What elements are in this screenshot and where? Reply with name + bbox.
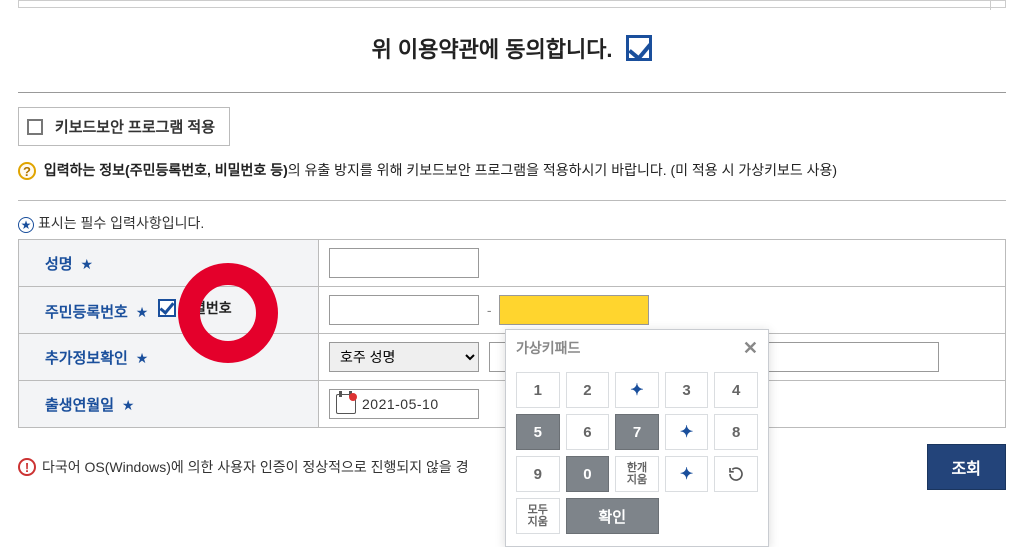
required-star-icon: ★ <box>18 217 34 233</box>
required-star: ★ <box>118 397 134 413</box>
agreement-text: 위 이용약관에 동의합니다. <box>372 37 613 62</box>
keypad-key-3[interactable]: 3 <box>665 372 709 408</box>
calendar-icon <box>336 394 356 414</box>
keyboard-security-help: ? 입력하는 정보(주민등록번호, 비밀번호 등)의 유출 방지를 위해 키보드… <box>18 160 1006 180</box>
checkbox-icon <box>27 119 43 135</box>
warning-icon: ! <box>18 458 36 476</box>
keypad-key-0[interactable]: 0 <box>566 456 610 492</box>
label-extra: 추가정보확인 <box>45 350 128 367</box>
label-cell-name: 성명 ★ <box>19 240 319 287</box>
agreement-check-icon[interactable] <box>626 35 652 61</box>
rrn-front-input[interactable] <box>329 295 479 325</box>
dob-date-picker[interactable]: 2021-05-10 <box>329 389 479 419</box>
divider <box>18 200 1006 201</box>
keypad-title: 가상키패드 <box>516 338 580 358</box>
label-name: 성명 <box>45 256 73 273</box>
keyboard-security-toggle[interactable]: 키보드보안 프로그램 적용 <box>18 107 230 146</box>
keypad-decoy-icon[interactable]: ✦ <box>665 456 709 492</box>
truncated-content-box <box>18 0 1006 8</box>
virtual-keypad: 가상키패드 ✕ 1 2 ✦ 3 4 5 6 7 ✦ 8 9 0 한개 지움 ✦ … <box>505 329 769 547</box>
keypad-clear-one[interactable]: 한개 지움 <box>615 456 659 492</box>
keypad-key-4[interactable]: 4 <box>714 372 758 408</box>
value-cell-name <box>319 240 1006 287</box>
keypad-refresh[interactable] <box>714 456 758 492</box>
checkbox-checked-icon <box>158 299 176 317</box>
keypad-key-2[interactable]: 2 <box>566 372 610 408</box>
help-bold: 입력하는 정보(주민등록번호, 비밀번호 등) <box>44 162 288 178</box>
name-input[interactable] <box>329 248 479 278</box>
keypad-key-1[interactable]: 1 <box>516 372 560 408</box>
value-cell-rrn: - <box>319 287 1006 334</box>
keypad-key-7[interactable]: 7 <box>615 414 659 450</box>
keypad-key-8[interactable]: 8 <box>714 414 758 450</box>
keypad-decoy-icon[interactable]: ✦ <box>615 372 659 408</box>
keypad-confirm[interactable]: 확인 <box>566 498 659 534</box>
keypad-clear-all[interactable]: 모두 지움 <box>516 498 560 534</box>
required-star: ★ <box>132 350 148 366</box>
keypad-key-9[interactable]: 9 <box>516 456 560 492</box>
id-number-label: 식별번호 <box>180 298 232 318</box>
keypad-decoy-icon[interactable]: ✦ <box>665 414 709 450</box>
agreement-row: 위 이용약관에 동의합니다. <box>0 32 1024 64</box>
question-icon: ? <box>18 162 36 180</box>
keypad-header: 가상키패드 ✕ <box>506 330 768 366</box>
label-dob: 출생연월일 <box>45 397 114 414</box>
label-cell-extra: 추가정보확인 ★ <box>19 334 319 381</box>
keypad-key-6[interactable]: 6 <box>566 414 610 450</box>
extra-select[interactable]: 호주 성명 <box>329 342 479 372</box>
id-number-checkbox-wrap[interactable]: 식별번호 <box>158 298 232 318</box>
help-rest: 의 유출 방지를 위해 키보드보안 프로그램을 적용하시기 바랍니다. (미 적… <box>288 162 837 178</box>
keypad-grid: 1 2 ✦ 3 4 5 6 7 ✦ 8 9 0 한개 지움 ✦ 모두 지움 확인 <box>506 366 768 546</box>
close-icon[interactable]: ✕ <box>743 339 758 357</box>
required-note-text: 표시는 필수 입력사항입니다. <box>38 215 204 231</box>
label-cell-rrn: 주민등록번호 ★ 식별번호 <box>19 287 319 334</box>
divider <box>18 92 1006 93</box>
lookup-button[interactable]: 조회 <box>927 444 1006 490</box>
dash: - <box>487 302 492 318</box>
keypad-key-5[interactable]: 5 <box>516 414 560 450</box>
label-rrn: 주민등록번호 <box>45 304 128 321</box>
dob-value: 2021-05-10 <box>362 396 439 412</box>
required-star: ★ <box>132 304 148 320</box>
label-cell-dob: 출생연월일 ★ <box>19 381 319 428</box>
bottom-message: 다국어 OS(Windows)에 의한 사용자 인증이 정상적으로 진행되지 않… <box>42 457 927 477</box>
rrn-back-input[interactable] <box>499 295 649 325</box>
keyboard-security-label: 키보드보안 프로그램 적용 <box>55 119 215 136</box>
refresh-icon <box>727 465 745 483</box>
required-star: ★ <box>77 256 93 272</box>
required-note: ★표시는 필수 입력사항입니다. <box>0 213 1024 239</box>
